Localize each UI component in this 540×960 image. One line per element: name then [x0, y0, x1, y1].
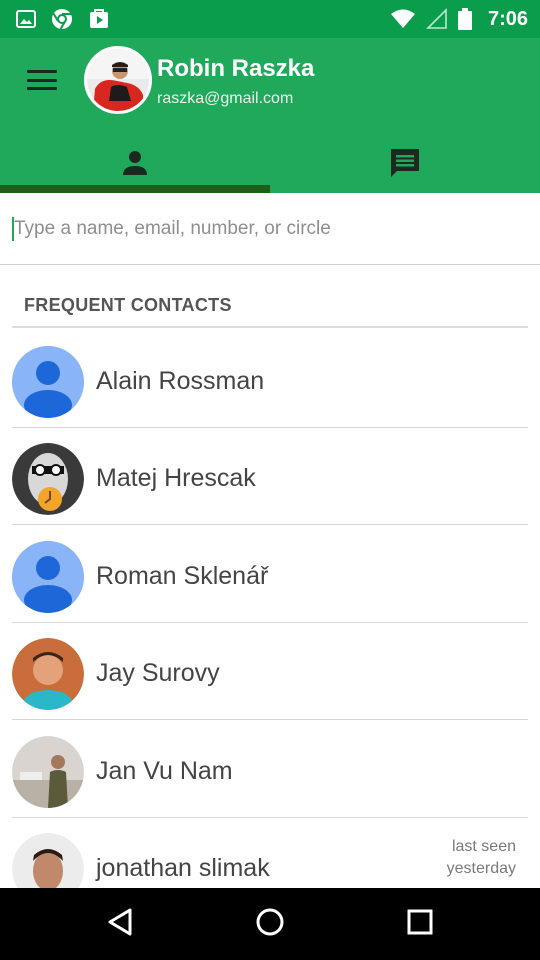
wifi-icon: [390, 9, 416, 29]
last-seen-status: last seen yesterday: [447, 836, 516, 880]
home-icon: [255, 907, 285, 942]
search-row: [0, 193, 540, 265]
menu-icon-line: [27, 70, 57, 73]
divider: [12, 524, 528, 525]
list-item[interactable]: Roman Sklenář: [0, 526, 540, 623]
last-seen-label: last seen: [451, 838, 516, 855]
menu-icon-line: [27, 87, 57, 90]
contact-name: jonathan slimak: [96, 854, 270, 882]
profile-name: Robin Raszka: [157, 55, 315, 82]
chat-icon: [389, 147, 421, 184]
contact-name: Jan Vu Nam: [96, 757, 233, 785]
tab-chat[interactable]: [270, 138, 540, 193]
tab-selected-indicator: [0, 185, 270, 193]
section-title: FREQUENT CONTACTS: [24, 295, 232, 315]
navigation-bar: [0, 888, 540, 960]
list-item[interactable]: Jan Vu Nam: [0, 721, 540, 818]
home-button[interactable]: [250, 906, 290, 942]
search-input[interactable]: [12, 211, 522, 247]
signal-icon: [426, 8, 448, 30]
battery-icon: [457, 8, 472, 30]
avatar: [12, 541, 84, 613]
person-icon: [121, 149, 149, 182]
contact-name: Roman Sklenář: [96, 562, 269, 590]
avatar: [12, 346, 84, 418]
section-divider: [12, 326, 528, 328]
profile-avatar[interactable]: [84, 46, 152, 114]
chrome-icon: [50, 7, 74, 31]
back-button[interactable]: [100, 906, 140, 942]
last-seen-value: yesterday: [446, 860, 516, 877]
divider: [12, 719, 528, 720]
list-item[interactable]: Matej Hrescak: [0, 428, 540, 525]
play-store-icon: [88, 8, 110, 30]
list-item[interactable]: Alain Rossman: [0, 331, 540, 428]
status-time: 7:06: [487, 7, 528, 30]
image-icon: [16, 9, 36, 29]
contact-name: Alain Rossman: [96, 367, 265, 395]
profile-email: raszka@gmail.com: [157, 90, 294, 107]
contact-name: Matej Hrescak: [96, 464, 256, 492]
recents-icon: [406, 908, 434, 941]
menu-button[interactable]: [24, 66, 60, 94]
avatar: [12, 443, 84, 515]
recents-button[interactable]: [400, 906, 440, 942]
app-bar: Robin Raszka raszka@gmail.com: [0, 38, 540, 193]
list-item[interactable]: Jay Surovy: [0, 623, 540, 720]
status-bar: 7:06: [0, 0, 540, 38]
back-icon: [106, 907, 134, 942]
contact-name: Jay Surovy: [96, 659, 220, 687]
avatar: [12, 638, 84, 710]
menu-icon-line: [27, 78, 57, 82]
avatar: [12, 736, 84, 808]
